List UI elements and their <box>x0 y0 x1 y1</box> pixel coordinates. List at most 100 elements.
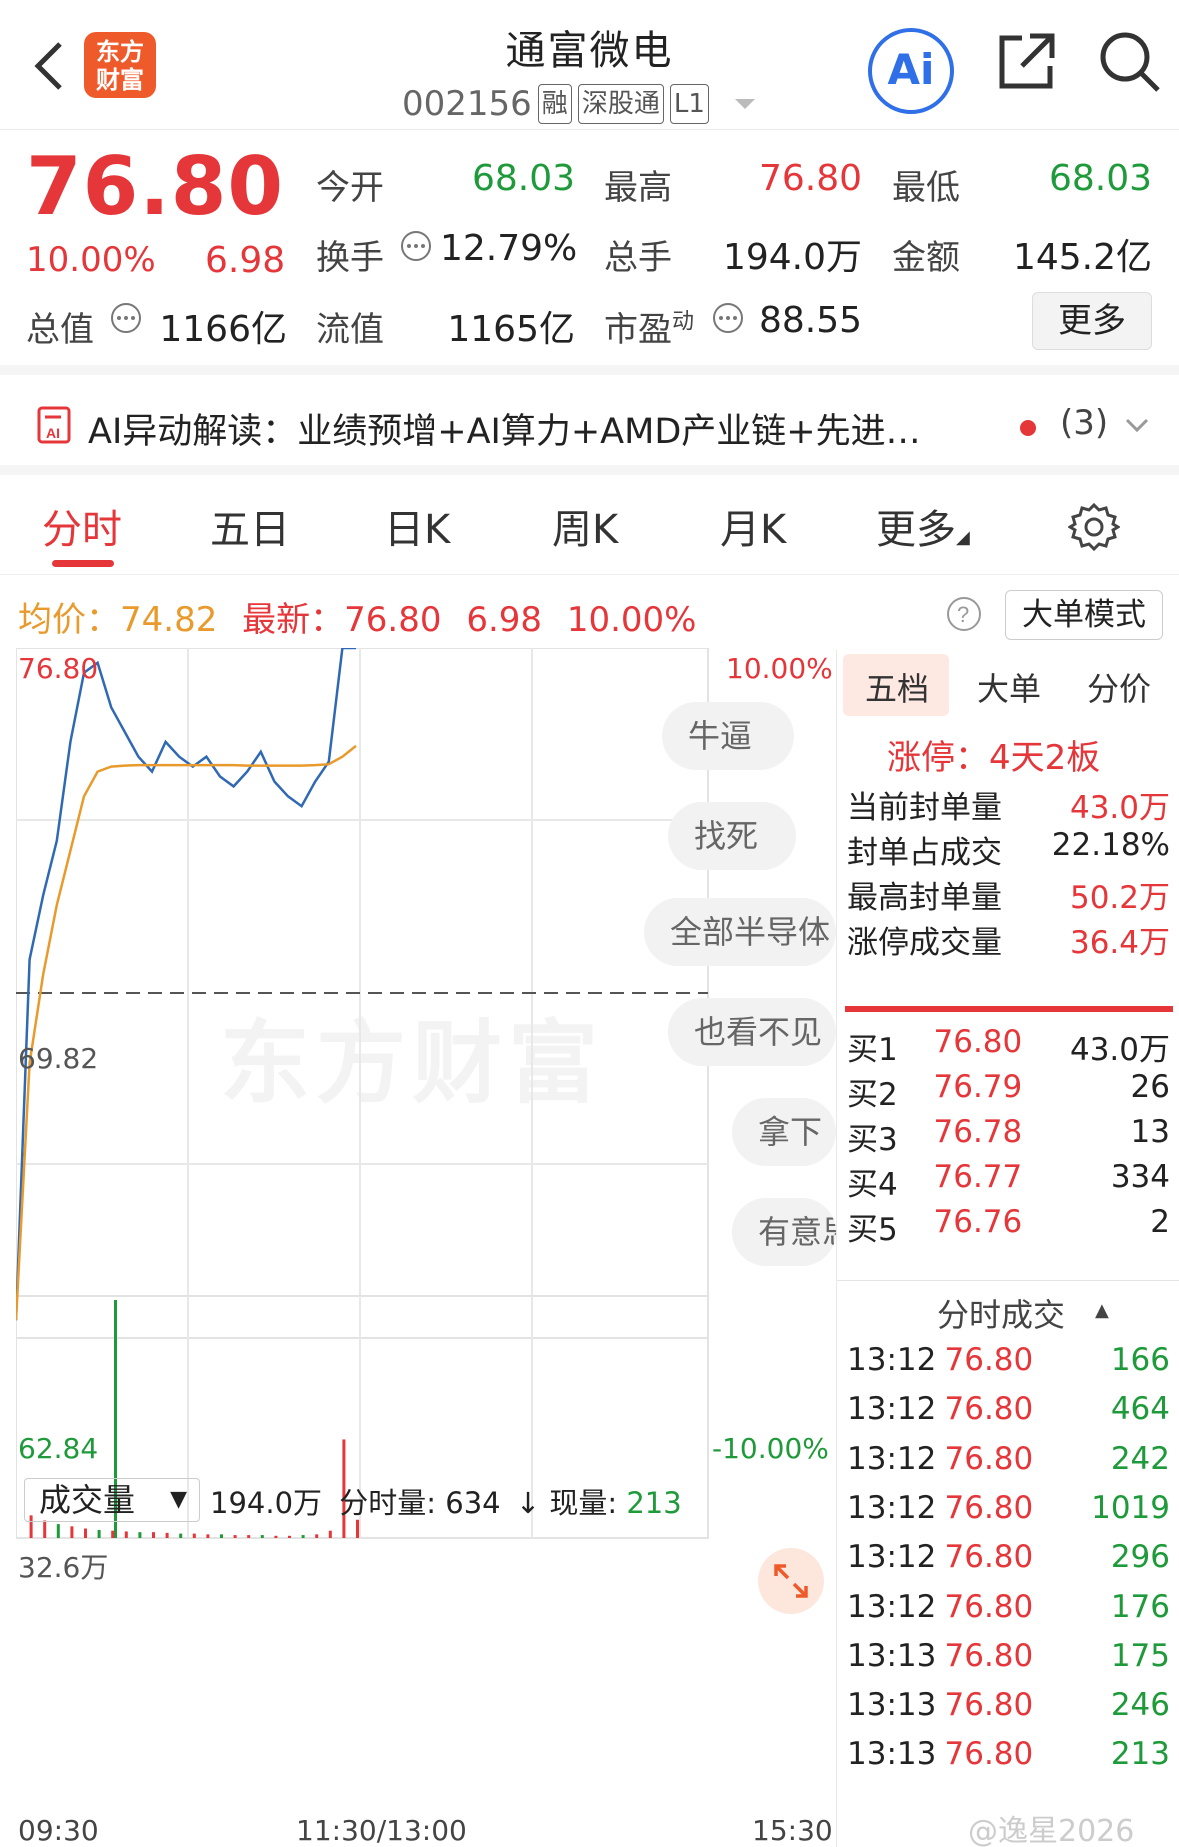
comment-bubble[interactable]: 拿下 <box>732 1098 836 1166</box>
price-line <box>16 648 356 1321</box>
y-axis-top: 76.80 <box>18 652 99 685</box>
tick-price: 76.80 <box>944 1588 1034 1625</box>
amount-value: 145.2亿 <box>1012 237 1152 278</box>
volume-bar <box>274 1535 278 1538</box>
vol-axis-max: 32.6万 <box>18 1551 109 1584</box>
stat-value: 50.2万 <box>1069 880 1170 916</box>
pct-axis-top: 10.00% <box>726 652 833 685</box>
search-icon[interactable] <box>1096 28 1164 96</box>
bid-row[interactable]: 买5 76.76 2 <box>847 1204 1170 1249</box>
tab-big-orders[interactable]: 大单 <box>977 664 1041 710</box>
chevron-down-icon <box>1125 418 1149 433</box>
ai-insight-bar[interactable]: AI AI异动解读：业绩预增+AI算力+AMD产业链+先进… (3) <box>0 385 1179 475</box>
tick-row: 13:12 76.80 242 <box>847 1441 1170 1477</box>
expand-chart-button[interactable] <box>758 1548 824 1614</box>
tab-intraday[interactable]: 分时 <box>42 497 122 555</box>
bid-price: 76.78 <box>933 1114 1023 1150</box>
ai-button[interactable]: Ai <box>868 28 954 114</box>
chart-tabs: 分时 五日 日K 周K 月K 更多◢ <box>0 475 1179 575</box>
bid-price: 76.76 <box>933 1204 1023 1240</box>
tick-price: 76.80 <box>944 1736 1034 1773</box>
tab-price-dist[interactable]: 分价 <box>1087 664 1151 710</box>
volume-bar <box>138 1532 142 1538</box>
x-axis-open: 09:30 <box>18 1814 99 1847</box>
volume-info: 194.0万 分时量: 634 ↓ 现量: 213 <box>210 1480 682 1522</box>
caret-down-icon: ▼ <box>170 1487 187 1512</box>
tick-time: 13:12 <box>847 1588 937 1625</box>
current-price: 76.80 <box>26 140 285 233</box>
volume-bar <box>179 1533 183 1538</box>
tab-five-levels[interactable]: 五档 <box>865 664 929 710</box>
comment-bubble[interactable]: 全部半导体 <box>644 898 836 966</box>
volume-bar <box>124 1531 128 1538</box>
latest-label: 最新： <box>242 600 345 640</box>
low-label: 最低 <box>892 168 960 208</box>
more-quote-button[interactable]: 更多 <box>1032 292 1152 350</box>
tab-five-day[interactable]: 五日 <box>210 497 290 555</box>
bid-row[interactable]: 买2 76.79 26 <box>847 1069 1170 1114</box>
bid-row[interactable]: 买1 76.80 43.0万 <box>847 1024 1170 1069</box>
bid-row[interactable]: 买3 76.78 13 <box>847 1114 1170 1159</box>
high-value: 76.80 <box>758 158 862 199</box>
gear-icon[interactable] <box>1068 501 1120 553</box>
share-icon[interactable] <box>994 30 1058 94</box>
tick-volume: 464 <box>1110 1391 1170 1428</box>
indicator-select[interactable]: 成交量 ▼ <box>24 1478 200 1522</box>
tick-volume: 296 <box>1110 1539 1170 1576</box>
volume-bar <box>192 1533 196 1538</box>
bid-row[interactable]: 买4 76.77 334 <box>847 1159 1170 1204</box>
high-label: 最高 <box>604 168 672 208</box>
price-plot-frame <box>16 648 709 1339</box>
volume-bar <box>206 1534 210 1538</box>
period-volume: 634 <box>445 1486 501 1520</box>
volume-label: 总手 <box>604 238 672 278</box>
avg-label: 均价： <box>18 600 120 640</box>
limit-stat-row: 涨停成交量 36.4万 <box>847 917 1170 962</box>
tick-price: 76.80 <box>944 1342 1034 1378</box>
tick-row: 13:12 76.80 296 <box>847 1539 1170 1575</box>
stock-code-row[interactable]: 002156 融 深股通 L1 <box>402 82 755 126</box>
limit-up-streak: 涨停：4天2板 <box>887 738 1101 778</box>
open-value: 68.03 <box>471 158 575 199</box>
tab-more[interactable]: 更多◢ <box>876 497 970 555</box>
low-value: 68.03 <box>1048 158 1152 199</box>
volume-bar <box>220 1534 223 1538</box>
tick-time: 13:12 <box>847 1489 937 1526</box>
comment-bubble[interactable]: 有意思 <box>732 1198 836 1266</box>
change-percent: 10.00% <box>26 240 156 280</box>
stat-label: 当前封单量 <box>847 790 1002 826</box>
tick-time: 13:13 <box>847 1637 937 1674</box>
latest-value: 76.80 <box>344 600 442 640</box>
stat-label: 封单占成交 <box>847 835 1002 871</box>
info-icon[interactable] <box>400 230 432 262</box>
bid-price: 76.79 <box>933 1069 1023 1105</box>
tab-daily-k[interactable]: 日K <box>384 497 450 555</box>
volume-bar <box>84 1528 87 1538</box>
limit-stat-row: 封单占成交 22.18% <box>847 827 1170 872</box>
big-order-mode-button[interactable]: 大单模式 <box>1005 590 1163 640</box>
tick-volume: 213 <box>1110 1736 1170 1773</box>
volume-bar <box>97 1529 101 1538</box>
ticks-title[interactable]: 分时成交 <box>937 1290 1065 1336</box>
tab-weekly-k[interactable]: 周K <box>552 497 618 555</box>
comment-bubble[interactable]: 也看不见 <box>668 998 836 1066</box>
limit-stat-row: 当前封单量 43.0万 <box>847 782 1170 827</box>
tick-time: 13:12 <box>847 1391 937 1428</box>
volume-bar <box>356 1519 359 1538</box>
level-tag: L1 <box>669 84 709 124</box>
volume-bar <box>328 1530 332 1538</box>
bid-price: 76.77 <box>933 1159 1023 1195</box>
latest-pct: 10.00% <box>566 600 697 640</box>
tick-row: 13:12 76.80 464 <box>847 1391 1170 1427</box>
info-icon[interactable] <box>110 302 142 334</box>
help-icon[interactable]: ? <box>946 596 982 632</box>
bid-label: 买1 <box>847 1032 898 1068</box>
comment-bubble[interactable]: 牛逼 <box>662 702 794 770</box>
open-label: 今开 <box>316 168 384 208</box>
comment-bubble[interactable]: 找死 <box>668 802 796 870</box>
weibo-watermark: @逸星2026 <box>968 1814 1135 1847</box>
bid-volume: 2 <box>1150 1204 1170 1240</box>
volume-total: 194.0万 <box>210 1486 323 1520</box>
float-label: 流值 <box>316 310 384 350</box>
tab-monthly-k[interactable]: 月K <box>720 497 786 555</box>
